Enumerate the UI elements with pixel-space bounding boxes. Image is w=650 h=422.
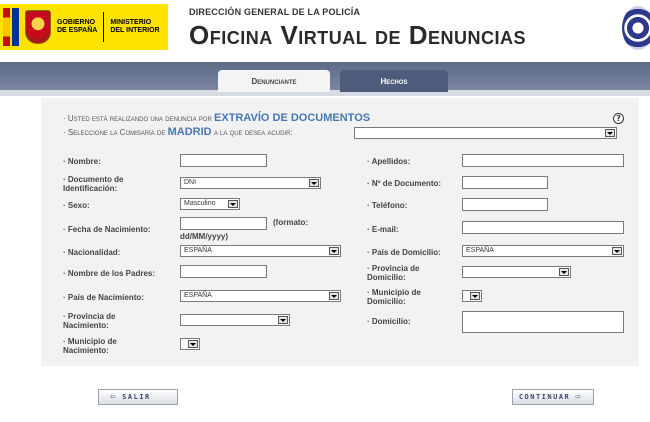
pais-nacimiento-value: ESPAÑA <box>184 292 212 299</box>
apellidos-label: · Apellidos: <box>367 157 411 166</box>
arrow-right-icon: ⇨ <box>575 392 583 402</box>
nacionalidad-select[interactable]: ESPAÑA <box>180 245 341 257</box>
email-input[interactable] <box>462 221 624 234</box>
mun-domicilio-line2: Domicilio: <box>367 297 406 306</box>
sexo-label: · Sexo: <box>63 201 90 210</box>
report-type-prefix: · Usted está realizando una denuncia por <box>63 114 212 123</box>
prov-nacimiento-line2: Nacimiento: <box>63 321 109 330</box>
documento-value: DNI <box>184 179 197 186</box>
mun-nacimiento-line2: Nacimiento: <box>63 346 109 355</box>
documento-label-line2: Identificación: <box>63 184 118 193</box>
page-title: Oficina Virtual de Denuncias <box>189 20 527 50</box>
nacionalidad-value: ESPAÑA <box>184 247 212 254</box>
continue-button[interactable]: CONTINUAR ⇨ <box>512 389 594 405</box>
pais-domicilio-select[interactable]: ESPAÑA <box>462 245 624 257</box>
prov-domicilio-line2: Domicilio: <box>367 273 406 282</box>
pais-domicilio-value: ESPAÑA <box>466 247 494 254</box>
tab-denunciante[interactable]: Denunciante <box>218 70 330 92</box>
chevron-down-icon <box>470 292 480 300</box>
fecha-format-hint-line2: dd/MM/yyyy) <box>180 232 229 241</box>
chevron-down-icon <box>278 316 288 324</box>
prov-nacimiento-select[interactable] <box>180 314 290 326</box>
tab-hechos[interactable]: Hechos <box>340 70 448 92</box>
coat-of-arms-icon <box>25 10 51 44</box>
spain-flag-icon <box>3 8 10 46</box>
report-type-value: EXTRAVÍO DE DOCUMENTOS <box>214 112 371 124</box>
prov-nacimiento-line1: · Provincia de <box>63 312 116 321</box>
exit-button-label: SALIR <box>122 393 151 401</box>
fecha-input[interactable] <box>180 217 267 230</box>
sexo-value: Masculino <box>184 200 216 207</box>
nombre-label: · Nombre: <box>63 157 101 166</box>
station-select[interactable] <box>354 127 617 139</box>
government-logo[interactable]: GOBIERNO DE ESPAÑA MINISTERIO DEL INTERI… <box>0 4 168 50</box>
mun-nacimiento-line1: · Municipio de <box>63 337 117 346</box>
nacionalidad-label: · Nacionalidad: <box>63 248 121 257</box>
prov-nacimiento-label: · Provincia de Nacimiento: <box>63 312 115 330</box>
government-label: GOBIERNO DE ESPAÑA <box>57 19 97 35</box>
pais-nacimiento-select[interactable]: ESPAÑA <box>180 290 341 302</box>
logo-divider <box>103 12 105 42</box>
pais-nacimiento-label: · País de Nacimiento: <box>63 293 144 302</box>
header: GOBIERNO DE ESPAÑA MINISTERIO DEL INTERI… <box>0 0 650 62</box>
ministry-label: MINISTERIO DEL INTERIOR <box>110 19 159 35</box>
apellidos-input[interactable] <box>462 154 624 167</box>
num-documento-input[interactable] <box>462 176 548 189</box>
header-subtitle: DIRECCIÓN GENERAL DE LA POLICÍA <box>189 7 361 17</box>
help-icon[interactable]: ? <box>613 113 624 124</box>
station-suffix: a la que desea acudir: <box>213 128 293 137</box>
chevron-down-icon <box>228 200 238 208</box>
padres-input[interactable] <box>180 265 267 278</box>
ministry-line1: MINISTERIO <box>110 19 152 26</box>
num-documento-label: · Nº de Documento: <box>367 179 442 188</box>
prov-domicilio-label: · Provincia de Domicilio: <box>367 264 419 282</box>
sexo-select[interactable]: Masculino <box>180 198 240 210</box>
gov-line2: DE ESPAÑA <box>57 27 98 34</box>
mun-nacimiento-label: · Municipio de Nacimiento: <box>63 337 117 355</box>
telefono-input[interactable] <box>462 198 548 211</box>
prov-domicilio-line1: · Provincia de <box>367 264 420 273</box>
exit-button[interactable]: ⇦ SALIR <box>98 389 178 405</box>
telefono-label: · Teléfono: <box>367 201 408 210</box>
chevron-down-icon <box>329 247 339 255</box>
chevron-down-icon <box>309 179 319 187</box>
mun-domicilio-select[interactable] <box>462 290 482 302</box>
police-seal-icon <box>622 6 650 50</box>
chevron-down-icon <box>612 247 622 255</box>
pais-domicilio-label: · País de Domicilio: <box>367 248 441 257</box>
email-label: · E-mail: <box>367 225 399 234</box>
station-city: MADRID <box>167 126 212 138</box>
station-note: · Seleccione la Comisaría de MADRID a la… <box>63 126 293 138</box>
chevron-down-icon <box>188 340 198 348</box>
continue-button-label: CONTINUAR <box>518 393 571 401</box>
mun-domicilio-label: · Municipio de Domicilio: <box>367 288 421 306</box>
ministry-line2: DEL INTERIOR <box>110 27 160 34</box>
documento-select[interactable]: DNI <box>180 177 321 189</box>
chevron-down-icon <box>329 292 339 300</box>
prov-domicilio-select[interactable] <box>462 266 571 278</box>
fecha-label: · Fecha de Nacimiento: <box>63 225 151 234</box>
fecha-format-hint-line1: (formato: <box>273 218 309 227</box>
chevron-down-icon <box>605 129 615 137</box>
padres-label: · Nombre de los Padres: <box>63 269 156 278</box>
nombre-input[interactable] <box>180 154 267 167</box>
mun-domicilio-line1: · Municipio de <box>367 288 421 297</box>
eu-flag-icon <box>12 8 19 46</box>
page: GOBIERNO DE ESPAÑA MINISTERIO DEL INTERI… <box>0 0 650 422</box>
arrow-left-icon: ⇦ <box>110 392 118 402</box>
station-prefix: · Seleccione la Comisaría de <box>63 128 166 137</box>
report-type-note: · Usted está realizando una denuncia por… <box>63 112 370 124</box>
domicilio-label: · Domicilio: <box>367 317 411 326</box>
chevron-down-icon <box>559 268 569 276</box>
gov-line1: GOBIERNO <box>57 19 96 26</box>
mun-nacimiento-select[interactable] <box>180 338 200 350</box>
domicilio-textarea[interactable] <box>462 311 624 333</box>
documento-label-line1: · Documento de <box>63 175 124 184</box>
documento-label: · Documento de Identificación: <box>63 175 123 193</box>
